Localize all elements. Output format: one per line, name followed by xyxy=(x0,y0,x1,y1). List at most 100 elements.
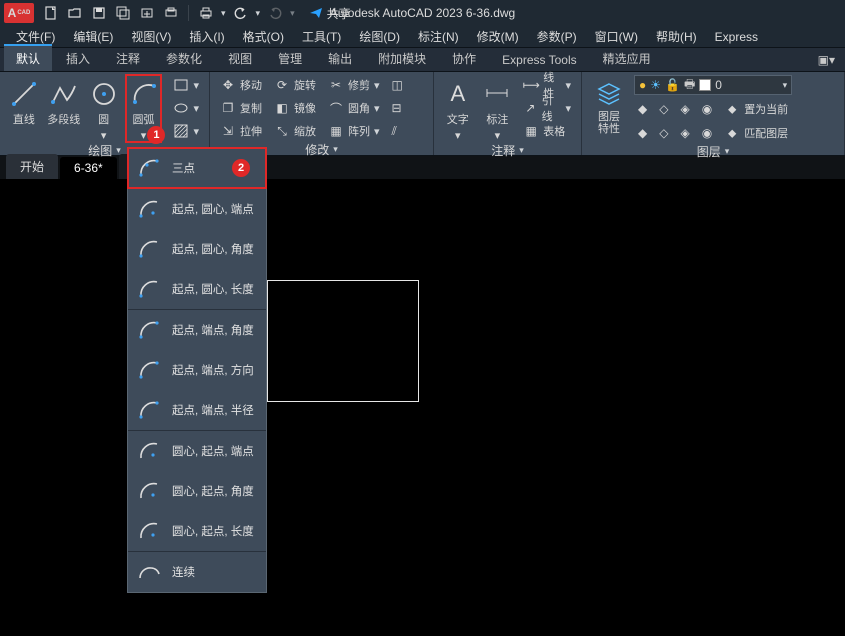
dimension-button[interactable]: 标注▾ xyxy=(480,75,516,142)
menu-express[interactable]: Express xyxy=(707,27,766,47)
doc-tab-current[interactable]: 6-36* xyxy=(60,157,117,179)
layer-name: 0 xyxy=(715,78,722,92)
layer-properties-button[interactable]: 图层 特性 xyxy=(588,75,630,135)
menu-edit[interactable]: 编辑(E) xyxy=(65,25,121,48)
table-button[interactable]: ▦表格 xyxy=(519,121,575,141)
matchlayer-button[interactable]: ⬥匹配图层 xyxy=(720,123,792,143)
doc-tab-start[interactable]: 开始 xyxy=(6,154,58,179)
arc-sed[interactable]: 起点, 端点, 方向 xyxy=(128,350,266,390)
cloud-icon[interactable] xyxy=(138,4,156,22)
copy-button[interactable]: ❐复制 xyxy=(216,98,266,118)
leader-icon: ↗ xyxy=(523,100,537,116)
mirror-button[interactable]: ◧镜像 xyxy=(270,98,320,118)
menu-modify[interactable]: 修改(M) xyxy=(469,25,527,48)
ribbon-tab-express[interactable]: Express Tools xyxy=(490,49,588,71)
panel-annotate: A 文字▾ 标注▾ ⟼线性▾ ↗引线▾ ▦表格 注释▾ xyxy=(434,72,582,155)
dropdown-icon[interactable]: ▾ xyxy=(221,8,226,19)
layer-mini-2[interactable]: ◇ xyxy=(655,99,672,119)
ribbon-tab-default[interactable]: 默认 xyxy=(4,44,52,71)
menu-help[interactable]: 帮助(H) xyxy=(648,25,705,48)
panel-layer-title[interactable]: 图层▾ xyxy=(588,143,838,159)
menu-window[interactable]: 窗口(W) xyxy=(587,25,646,48)
app-logo[interactable]: A CAD xyxy=(4,3,34,23)
layer-mini-5[interactable]: ◆ xyxy=(634,123,651,143)
circle-button[interactable]: 圆▾ xyxy=(86,75,122,142)
menu-format[interactable]: 格式(O) xyxy=(235,25,292,48)
offset-icon[interactable]: ⫽ xyxy=(388,121,407,141)
panel-annotate-title[interactable]: 注释▾ xyxy=(440,142,575,158)
ribbon-tab-collab[interactable]: 协作 xyxy=(440,46,488,71)
menu-view[interactable]: 视图(V) xyxy=(123,25,179,48)
new-icon[interactable] xyxy=(42,4,60,22)
arc-3point[interactable]: 三点 2 xyxy=(128,148,266,188)
arc-continue[interactable]: 连续 xyxy=(128,552,266,592)
polyline-button[interactable]: 多段线 xyxy=(46,75,82,127)
layer-mini-1[interactable]: ◆ xyxy=(634,99,651,119)
menu-dimension[interactable]: 标注(N) xyxy=(410,25,467,48)
plot-icon[interactable] xyxy=(162,4,180,22)
layer-mini-7[interactable]: ◈ xyxy=(676,123,693,143)
ribbon-tab-output[interactable]: 输出 xyxy=(316,46,364,71)
redo-icon[interactable] xyxy=(266,4,284,22)
circle-icon xyxy=(89,79,119,109)
print-icon[interactable] xyxy=(197,4,215,22)
stretch-button[interactable]: ⇲拉伸 xyxy=(216,121,266,141)
ribbon-tab-manage[interactable]: 管理 xyxy=(266,46,314,71)
panel-modify: ✥移动 ❐复制 ⇲拉伸 ⟳旋转 ◧镜像 ⤡缩放 ✂修剪▾ ⌒圆角▾ ▦阵列▾ ◫… xyxy=(210,72,434,155)
arc-icon xyxy=(136,478,162,504)
ribbon-tab-insert[interactable]: 插入 xyxy=(54,46,102,71)
arc-sca[interactable]: 起点, 圆心, 角度 xyxy=(128,229,266,269)
layer-mini-6[interactable]: ◇ xyxy=(655,123,672,143)
arc-sea[interactable]: 起点, 端点, 角度 xyxy=(128,310,266,350)
undo-icon[interactable] xyxy=(232,4,250,22)
arc-cse[interactable]: 圆心, 起点, 端点 xyxy=(128,431,266,471)
arc-icon xyxy=(136,196,162,222)
dropdown-icon[interactable]: ▾ xyxy=(256,8,261,19)
saveas-icon[interactable] xyxy=(114,4,132,22)
arc-ser[interactable]: 起点, 端点, 半径 xyxy=(128,390,266,430)
leader-button[interactable]: ↗引线▾ xyxy=(519,98,575,118)
ribbon-tab-featured[interactable]: 精选应用 xyxy=(591,46,663,71)
ribbon-expand-icon[interactable]: ▣▾ xyxy=(810,49,843,71)
line-button[interactable]: 直线 xyxy=(6,75,42,127)
ellipse-icon[interactable]: ▾ xyxy=(169,98,203,118)
layer-mini-3[interactable]: ◈ xyxy=(676,99,693,119)
menu-draw[interactable]: 绘图(D) xyxy=(351,25,408,48)
menu-parametric[interactable]: 参数(P) xyxy=(529,25,585,48)
callout-badge-2: 2 xyxy=(232,159,250,177)
rotate-button[interactable]: ⟳旋转 xyxy=(270,75,320,95)
open-icon[interactable] xyxy=(66,4,84,22)
menu-insert[interactable]: 插入(I) xyxy=(181,25,232,48)
ribbon-tab-view[interactable]: 视图 xyxy=(216,46,264,71)
share-button[interactable]: 共享 xyxy=(309,5,351,22)
array-button[interactable]: ▦阵列▾ xyxy=(324,121,384,141)
fillet-button[interactable]: ⌒圆角▾ xyxy=(324,98,384,118)
ribbon-tab-annotate[interactable]: 注释 xyxy=(104,46,152,71)
trim-button[interactable]: ✂修剪▾ xyxy=(324,75,384,95)
arc-sce[interactable]: 起点, 圆心, 端点 xyxy=(128,189,266,229)
mirror-icon: ◧ xyxy=(274,100,290,116)
layer-selector[interactable]: ● ☀ 🔓 🖶 0 ▾ xyxy=(634,75,792,95)
explode-icon[interactable]: ⊟ xyxy=(388,98,407,118)
ribbon-tab-addins[interactable]: 附加模块 xyxy=(366,46,438,71)
ribbon-tab-parametric[interactable]: 参数化 xyxy=(154,46,214,71)
rectangle-icon[interactable]: ▾ xyxy=(169,75,203,95)
dimension-icon xyxy=(482,79,512,109)
trim-icon: ✂ xyxy=(328,77,344,93)
layer-mini-8[interactable]: ◉ xyxy=(698,123,716,143)
save-icon[interactable] xyxy=(90,4,108,22)
ribbon-tab-strip: 默认 插入 注释 参数化 视图 管理 输出 附加模块 协作 Express To… xyxy=(0,48,845,72)
text-button[interactable]: A 文字▾ xyxy=(440,75,476,142)
hatch-icon[interactable]: ▾ xyxy=(169,121,203,141)
arc-button[interactable]: 圆弧▾ 1 xyxy=(126,75,162,142)
arc-scl[interactable]: 起点, 圆心, 长度 xyxy=(128,269,266,309)
layer-mini-4[interactable]: ◉ xyxy=(698,99,716,119)
erase-icon[interactable]: ◫ xyxy=(388,75,407,95)
arc-csa[interactable]: 圆心, 起点, 角度 xyxy=(128,471,266,511)
scale-button[interactable]: ⤡缩放 xyxy=(270,121,320,141)
menu-tools[interactable]: 工具(T) xyxy=(294,25,349,48)
dropdown-icon[interactable]: ▾ xyxy=(290,8,295,19)
arc-csl[interactable]: 圆心, 起点, 长度 xyxy=(128,511,266,551)
setcurrent-button[interactable]: ⬥置为当前 xyxy=(720,99,792,119)
move-button[interactable]: ✥移动 xyxy=(216,75,266,95)
